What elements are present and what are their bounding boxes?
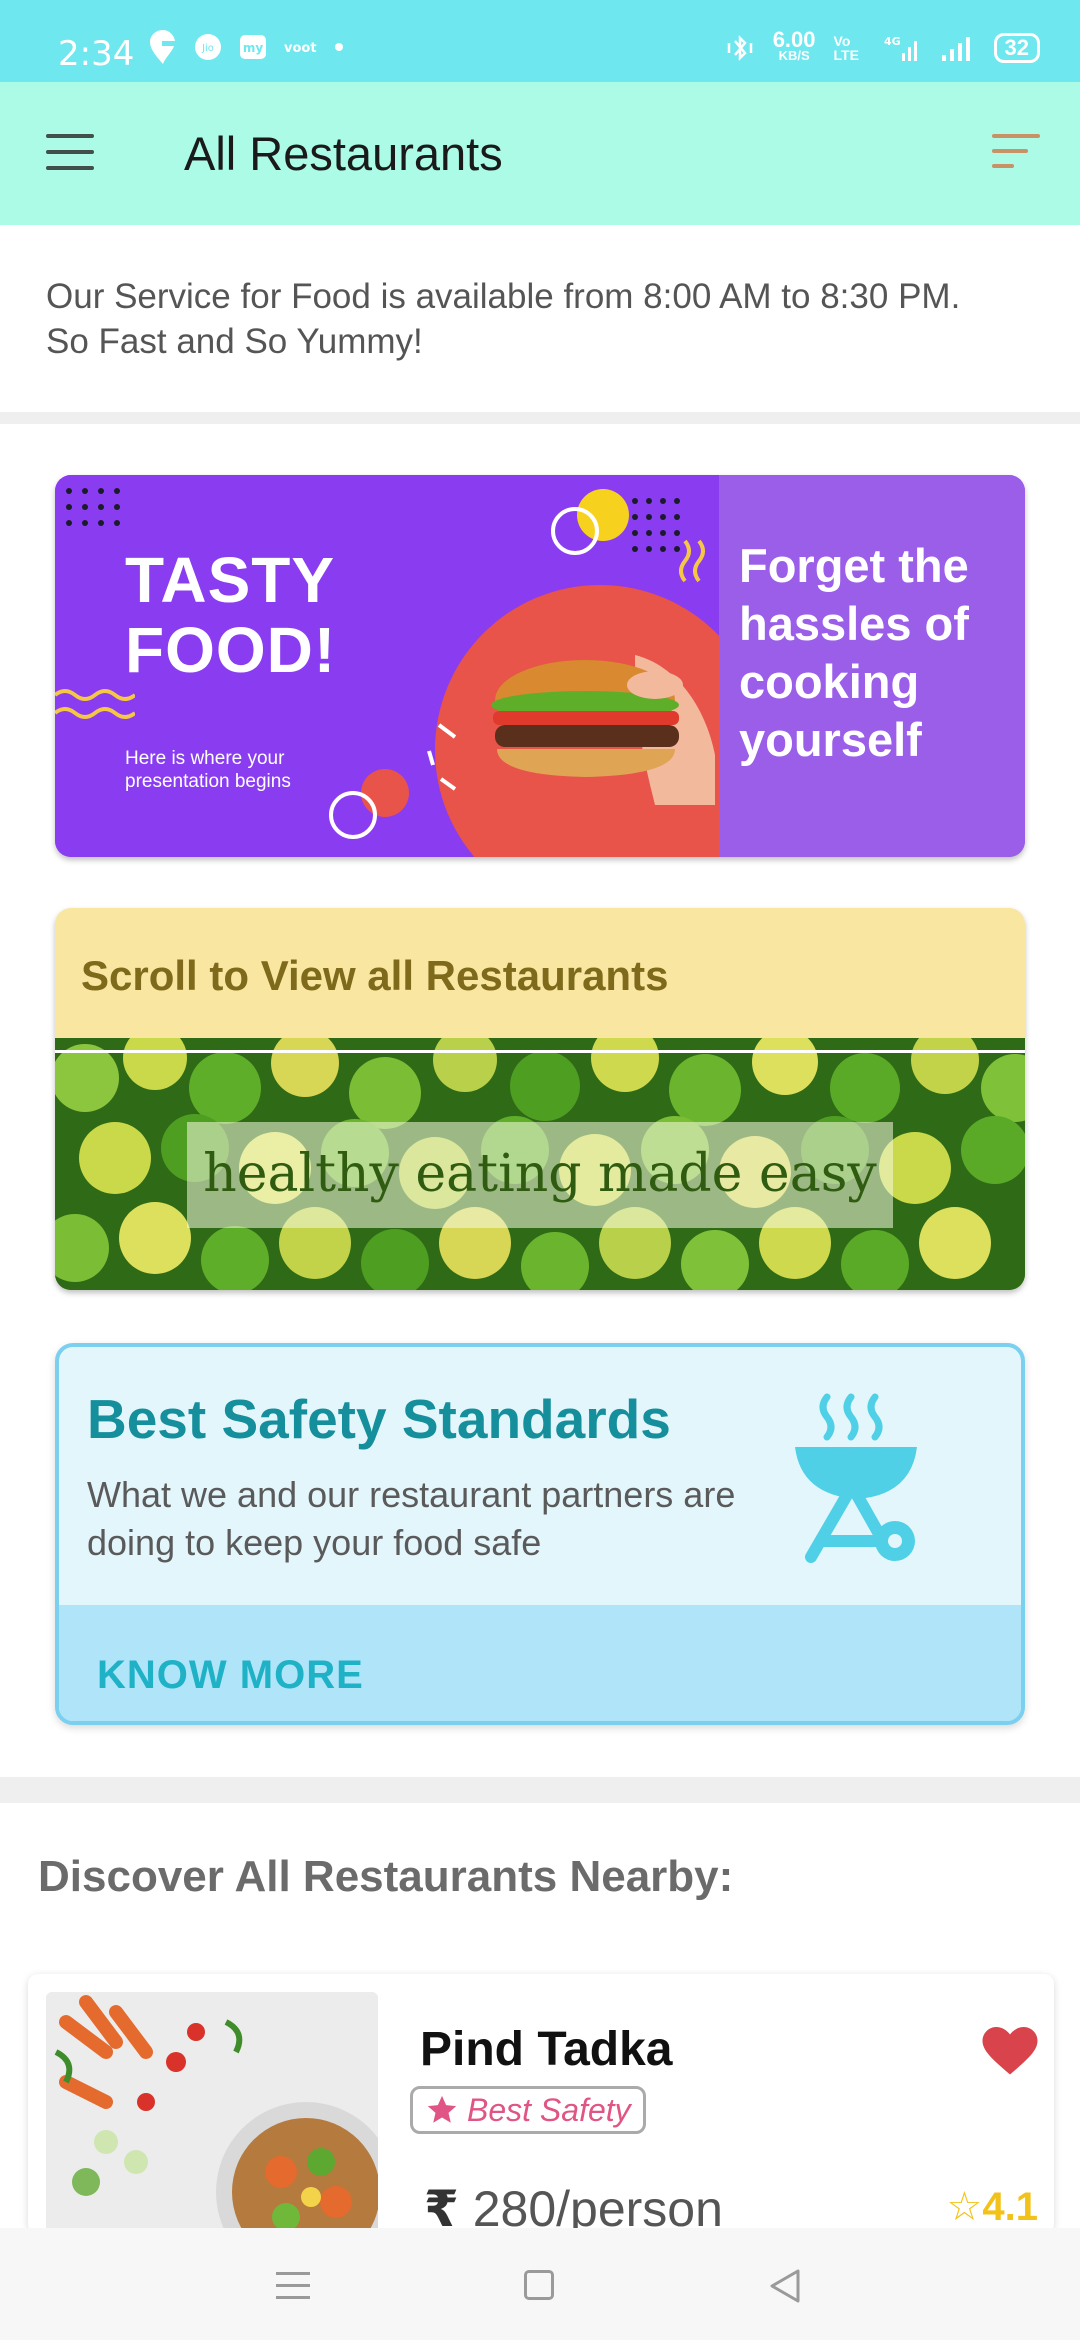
burger-icon <box>491 655 715 805</box>
scroll-banner-title: Scroll to View all Restaurants <box>81 952 669 999</box>
restaurant-price: ₹ 280/person <box>424 2180 723 2234</box>
section-divider <box>0 412 1080 424</box>
svg-text:my: my <box>243 41 264 55</box>
price-value: 280/person <box>472 2181 723 2234</box>
network-speed: 6.00 KB/S <box>772 27 816 64</box>
star-icon <box>427 2095 457 2123</box>
app-bar: All Restaurants <box>0 82 1080 225</box>
signal-icon <box>941 37 970 61</box>
yellow-circle-decoration-icon <box>551 489 705 583</box>
know-more-button[interactable]: KNOW MORE <box>97 1653 364 1698</box>
battery-indicator: 32 <box>993 33 1040 63</box>
system-status: 6.00 KB/S Vo LTE 4G 32 <box>725 27 1040 64</box>
svg-text:Jio: Jio <box>201 43 214 54</box>
food-promo-banner[interactable]: TASTY FOOD! Here is where your presentat… <box>55 475 1025 857</box>
volte-label: Vo LTE <box>833 33 859 63</box>
grill-icon <box>795 1393 917 1563</box>
notification-icons: Jio my voot <box>148 28 344 66</box>
section-divider <box>0 1777 1080 1803</box>
home-icon[interactable] <box>524 2270 554 2300</box>
rating-star-icon: ☆ <box>946 2185 983 2229</box>
scroll-restaurants-banner[interactable]: Scroll to View all Restaurants healthy e… <box>55 908 1025 1290</box>
dot-icon <box>335 43 343 51</box>
system-navigation-bar <box>0 2228 1080 2340</box>
wavy-lines-icon <box>55 689 135 719</box>
food-banner-art: TASTY FOOD! Here is where your presentat… <box>55 475 765 857</box>
restaurant-name: Pind Tadka <box>420 2023 673 2076</box>
hamburger-menu-icon[interactable] <box>46 134 94 170</box>
restaurant-card[interactable]: Pind Tadka Best Safety ₹ 280/person ☆4.1 <box>28 1974 1054 2234</box>
safety-badge: Best Safety <box>410 2086 646 2134</box>
back-icon[interactable] <box>768 2268 802 2304</box>
dot-pattern-icon <box>66 488 120 526</box>
tasty-food-headline: TASTY FOOD! <box>125 544 337 686</box>
safety-title: Best Safety Standards <box>87 1388 671 1450</box>
service-notice: Our Service for Food is available from 8… <box>46 274 1046 364</box>
food-banner-tagline: Forget the hassles of cooking yourself <box>739 539 969 766</box>
sort-filter-icon[interactable] <box>992 134 1040 170</box>
swiggy-icon <box>150 30 175 64</box>
status-bar: 2:34 Jio my voot 6.00 KB/S Vo LTE 4G 32 <box>0 0 1080 82</box>
voot-icon: voot <box>284 41 317 56</box>
my-icon: my <box>240 35 266 59</box>
service-tagline-text: So Fast and So Yummy! <box>46 322 423 361</box>
page-title: All Restaurants <box>184 127 503 180</box>
circle-decoration-icon <box>329 769 409 839</box>
know-more-bar[interactable]: KNOW MORE <box>59 1605 1021 1721</box>
lemons-image: healthy eating made easy <box>55 1038 1025 1290</box>
signal-4g-icon: 4G <box>884 35 917 61</box>
rating-value: 4.1 <box>982 2185 1038 2229</box>
bluetooth-vibrate-icon <box>727 34 752 62</box>
dash-decoration-icon <box>427 723 457 791</box>
safety-badge-label: Best Safety <box>467 2091 631 2128</box>
restaurant-image <box>46 1992 378 2234</box>
healthy-eating-overlay: healthy eating made easy <box>187 1122 893 1228</box>
restaurant-rating: ☆4.1 <box>947 2184 1038 2230</box>
recent-apps-icon[interactable] <box>276 2272 310 2308</box>
section-heading: Discover All Restaurants Nearby: <box>38 1852 734 1901</box>
jio-icon: Jio <box>195 34 221 60</box>
healthy-eating-text: healthy eating made easy <box>203 1144 877 1204</box>
banner-divider-line <box>55 1050 1025 1053</box>
service-hours-text: Our Service for Food is available from 8… <box>46 277 961 316</box>
safety-standards-card[interactable]: Best Safety Standards What we and our re… <box>55 1343 1025 1725</box>
svg-text:voot: voot <box>284 41 317 56</box>
rupee-icon: ₹ <box>424 2181 459 2234</box>
favorite-heart-icon[interactable] <box>980 2022 1040 2082</box>
status-time: 2:34 <box>58 34 135 74</box>
safety-description: What we and our restaurant partners are … <box>87 1474 736 1563</box>
svg-text:4G: 4G <box>884 35 901 48</box>
scroll-banner-header: Scroll to View all Restaurants <box>55 908 1025 1038</box>
food-banner-tagline-panel: Forget the hassles of cooking yourself <box>719 475 1025 857</box>
food-bowl-icon <box>46 1992 378 2234</box>
